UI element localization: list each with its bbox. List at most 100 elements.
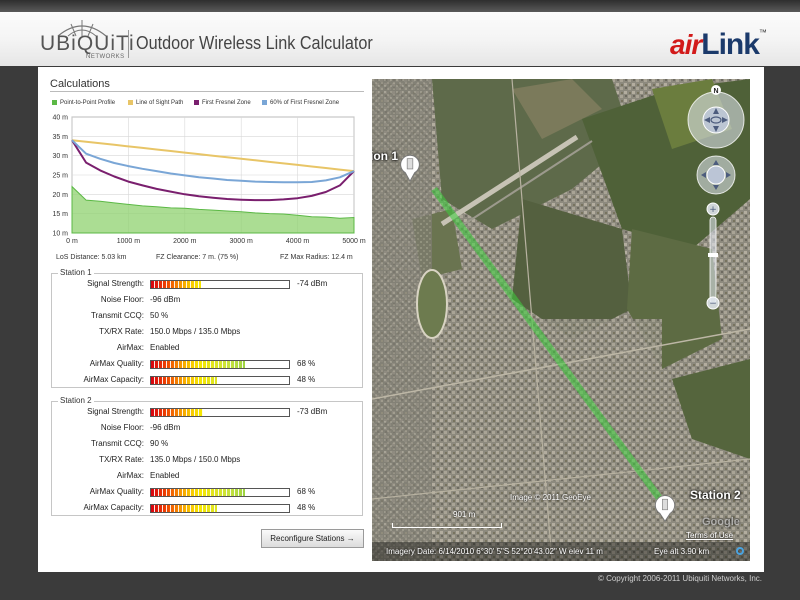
s2-signal-meter-fill (151, 409, 204, 416)
brand-name: UBiQUiTi (40, 32, 135, 55)
s1-signal-label: Signal Strength: (87, 279, 144, 288)
y-tick-label: 20 m (52, 192, 68, 199)
header-divider (128, 30, 129, 58)
y-tick-label: 40 m (52, 115, 68, 122)
s1-capacity-meter-fill (151, 377, 218, 384)
s2-rate-row: TX/RX Rate: 135.0 Mbps / 150.0 Mbps (52, 455, 362, 467)
s1-rate-label: TX/RX Rate: (99, 327, 144, 336)
calculations-divider (50, 91, 364, 92)
s2-quality-row: AirMax Quality: 68 % (52, 487, 362, 499)
s2-ccq-label: Transmit CCQ: (90, 439, 144, 448)
svg-text:+: + (709, 205, 717, 215)
main-panel: Calculations Point-to-Point Profile Line… (38, 67, 764, 572)
legend-swatch-fresnel (194, 100, 199, 105)
imagery-copyright: Image © 2011 GeoEye (510, 493, 591, 502)
loading-indicator-icon (736, 547, 744, 555)
s2-capacity-row: AirMax Capacity: 48 % (52, 503, 362, 515)
s1-capacity-value: 48 % (297, 375, 316, 384)
pan-control[interactable] (696, 155, 736, 195)
s1-quality-row: AirMax Quality: 68 % (52, 359, 362, 371)
s2-rate-label: TX/RX Rate: (99, 455, 144, 464)
airlink-air: air (670, 29, 702, 60)
s2-capacity-label: AirMax Capacity: (83, 503, 144, 512)
legend-item-profile: Point-to-Point Profile (52, 100, 115, 106)
s2-signal-label: Signal Strength: (87, 407, 144, 416)
s1-airmax-label: AirMax: (116, 343, 144, 352)
x-tick-label: 0 m (66, 238, 78, 245)
s2-capacity-meter-fill (151, 505, 218, 512)
station-1-pin-icon[interactable] (399, 154, 421, 182)
station-2-title: Station 2 (58, 396, 94, 405)
s2-quality-meter-fill (151, 489, 245, 496)
legend-label-los: Line of Sight Path (136, 100, 184, 107)
x-tick-label: 3000 m (230, 238, 254, 245)
station-2-panel: Station 2 Signal Strength: -73 dBm Noise… (51, 396, 363, 516)
s2-noise-label: Noise Floor: (100, 423, 144, 432)
s1-ccq-value: 50 % (150, 311, 169, 320)
terms-of-use-link[interactable]: Terms of Use (686, 531, 733, 540)
s1-airmax-row: AirMax: Enabled (52, 343, 362, 355)
link-profile-chart: 40 m 35 m 30 m 25 m 20 m 15 m 10 m0 m 1000 m 200… (52, 115, 365, 246)
top-strip (0, 0, 800, 12)
y-tick-label: 10 m (52, 231, 68, 238)
s1-rate-row: TX/RX Rate: 150.0 Mbps / 135.0 Mbps (52, 327, 362, 339)
map-scale-label: 901 m (453, 510, 476, 519)
s2-signal-row: Signal Strength: -73 dBm (52, 407, 362, 419)
legend-label-profile: Point-to-Point Profile (60, 100, 116, 107)
imagery-info: Imagery Date: 6/14/2010 6°30' 5"S 52°20'… (386, 547, 603, 556)
s2-noise-value: -96 dBm (150, 423, 181, 432)
s1-quality-label: AirMax Quality: (89, 359, 144, 368)
y-tick-label: 30 m (52, 153, 68, 160)
chart-legend: Point-to-Point Profile Line of Sight Pat… (52, 100, 370, 110)
x-tick-label: 4000 m (286, 238, 310, 245)
svg-text:−: − (709, 299, 717, 309)
s1-quality-meter-fill (151, 361, 245, 368)
s1-rate-value: 150.0 Mbps / 135.0 Mbps (150, 327, 241, 336)
footer-copyright: © Copyright 2006-2011 Ubiquiti Networks,… (597, 574, 762, 583)
s2-noise-row: Noise Floor: -96 dBm (52, 423, 362, 435)
reconfigure-stations-button[interactable]: Reconfigure Stations → (261, 529, 364, 548)
s1-noise-value: -96 dBm (150, 295, 181, 304)
s2-capacity-meter (150, 504, 290, 513)
s2-ccq-row: Transmit CCQ: 90 % (52, 439, 362, 451)
calculations-title: Calculations (50, 78, 110, 90)
s2-quality-meter (150, 488, 290, 497)
s2-quality-value: 68 % (297, 487, 316, 496)
s1-signal-row: Signal Strength: -74 dBm (52, 279, 362, 291)
s1-capacity-label: AirMax Capacity: (83, 375, 144, 384)
s2-signal-value: -73 dBm (297, 407, 328, 416)
station-1-title: Station 1 (58, 268, 94, 277)
s2-signal-meter (150, 408, 290, 417)
s1-signal-meter (150, 280, 290, 289)
s1-noise-label: Noise Floor: (100, 295, 144, 304)
map-status-bar: Imagery Date: 6/14/2010 6°30' 5"S 52°20'… (372, 542, 750, 561)
s2-quality-label: AirMax Quality: (89, 487, 144, 496)
s1-ccq-label: Transmit CCQ: (90, 311, 144, 320)
airlink-logo: airLink™ (670, 28, 767, 62)
s1-noise-row: Noise Floor: -96 dBm (52, 295, 362, 307)
header: UBiQUiTi NETWORKS Outdoor Wireless Link … (0, 0, 800, 66)
legend-swatch-los (128, 100, 133, 105)
s2-capacity-value: 48 % (297, 503, 316, 512)
legend-item-fresnel: First Fresnel Zone (194, 100, 251, 106)
legend-item-fresnel-60: 60% of First Fresnel Zone (262, 100, 339, 106)
compass-n-label: N (713, 88, 718, 95)
s1-capacity-meter (150, 376, 290, 385)
legend-label-fresnel: First Fresnel Zone (202, 100, 251, 107)
legend-item-los: Line of Sight Path (128, 100, 183, 106)
station-1-panel: Station 1 Signal Strength: -74 dBm Noise… (51, 268, 363, 388)
s1-quality-meter (150, 360, 290, 369)
s2-airmax-label: AirMax: (116, 471, 144, 480)
s2-airmax-value: Enabled (150, 471, 180, 480)
y-tick-label: 35 m (52, 134, 68, 141)
fz-max-radius: FZ Max Radius: 12.4 m (280, 254, 353, 261)
station-2-pin-icon[interactable] (654, 494, 676, 522)
s1-signal-value: -74 dBm (297, 279, 328, 288)
s1-airmax-value: Enabled (150, 343, 180, 352)
y-tick-label: 25 m (52, 173, 68, 180)
fz-clearance: FZ Clearance: 7 m. (75 %) (156, 254, 239, 261)
s1-ccq-row: Transmit CCQ: 50 % (52, 311, 362, 323)
x-tick-label: 1000 m (117, 238, 141, 245)
satellite-map[interactable]: N + − ion 1 Station 2 Image © 2011 GeoEy… (372, 79, 750, 561)
google-logo: Google (702, 516, 740, 528)
